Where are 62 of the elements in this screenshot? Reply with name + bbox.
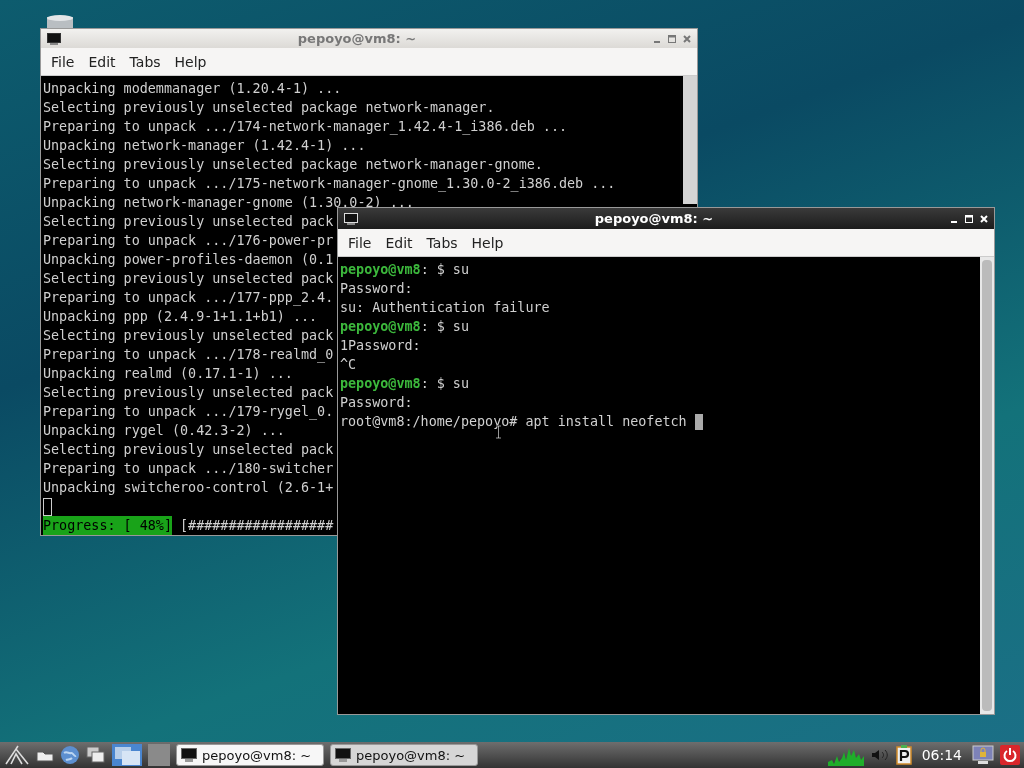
lock-screen-icon[interactable] <box>972 745 994 765</box>
terminal-line: Preparing to unpack .../175-network-manager-gnome_1.30.0-2_i386.deb ... <box>43 175 616 193</box>
terminal-line: Selecting previously unselected pack <box>43 213 334 231</box>
terminal-icon <box>335 748 351 762</box>
terminal-line: Password: <box>340 394 413 412</box>
terminal-line: Preparing to unpack .../178-realmd_0 <box>43 346 334 364</box>
terminal-line: Unpacking network-manager (1.42.4-1) ... <box>43 137 366 155</box>
terminal-line: Unpacking modemmanager (1.20.4-1) ... <box>43 80 342 98</box>
terminal-line: Password: <box>340 280 413 298</box>
terminal-line: Unpacking ppp (2.4.9-1+1.1+b1) ... <box>43 308 318 326</box>
task-button[interactable]: pepoyo@vm8: ~ <box>176 744 324 766</box>
terminal-line: 1Password: <box>340 337 421 355</box>
terminal-line: Unpacking rygel (0.42.3-2) ... <box>43 422 285 440</box>
terminal-line: Selecting previously unselected package network-manager. <box>43 99 495 117</box>
terminal-line: Selecting previously unselected pack <box>43 327 334 345</box>
progress-label: Progress: [ 48%] <box>43 516 172 535</box>
terminal-line: Unpacking switcheroo-control (2.6-1+ <box>43 479 334 497</box>
text-cursor <box>43 497 52 516</box>
volume-icon[interactable] <box>869 748 890 762</box>
menu-item[interactable]: File <box>341 234 379 251</box>
terminal-line: Unpacking power-profiles-daemon (0.1 <box>43 251 334 269</box>
terminal-line: su: Authentication failure <box>340 299 550 317</box>
desktop-pager-icon[interactable] <box>112 744 142 766</box>
menu-item[interactable]: Tabs <box>419 234 465 251</box>
globe-icon[interactable] <box>60 745 80 765</box>
terminal-line: Selecting previously unselected pack <box>43 270 334 288</box>
command-line: root@vm8:/home/pepoyo# apt install neofetch <box>340 413 687 431</box>
text-cursor <box>694 413 703 430</box>
menu-item[interactable]: Tabs <box>122 53 168 70</box>
menu-item[interactable]: Help <box>167 53 214 70</box>
terminal-line: Preparing to unpack .../176-power-pr <box>43 232 334 250</box>
menu-item[interactable]: Help <box>464 234 511 251</box>
scrollbar[interactable] <box>683 76 697 204</box>
progress-bar-text: [################## <box>179 517 334 535</box>
windows-icon[interactable] <box>86 746 106 764</box>
clock[interactable]: 06:14 <box>917 747 966 763</box>
menu-item[interactable]: Edit <box>81 53 123 70</box>
terminal-line: Preparing to unpack .../177-ppp_2.4. <box>43 289 334 307</box>
terminal-line: Preparing to unpack .../174-network-manager_1.42.4-1_i386.deb ... <box>43 118 568 136</box>
terminal-icon <box>181 748 197 762</box>
task-button[interactable]: pepoyo@vm8: ~ <box>330 744 478 766</box>
terminal-line: Unpacking network-manager-gnome (1.30.0-2) ... <box>43 194 414 212</box>
window-title: pepoyo@vm8: ~ <box>593 211 715 226</box>
terminal-line: Selecting previously unselected pack <box>43 441 334 459</box>
clipboard-icon[interactable] <box>895 745 912 765</box>
terminal-line: Selecting previously unselected package network-manager-gnome. <box>43 156 543 174</box>
start-menu-icon[interactable] <box>4 745 30 765</box>
terminal-icon <box>47 32 61 45</box>
terminal-line: Selecting previously unselected pack <box>43 384 334 402</box>
prompt-line: pepoyo@vm8: $ su <box>340 318 469 336</box>
terminal-line: Preparing to unpack .../180-switcher <box>43 460 334 478</box>
window-title: pepoyo@vm8: ~ <box>296 31 418 46</box>
terminal-line: ^C <box>340 356 357 374</box>
prompt-line: pepoyo@vm8: $ su <box>340 375 469 393</box>
power-icon[interactable] <box>1000 745 1020 765</box>
menu-item[interactable]: Edit <box>378 234 420 251</box>
terminal-line: Unpacking realmd (0.17.1-1) ... <box>43 365 293 383</box>
prompt-line: pepoyo@vm8: $ su <box>340 261 469 279</box>
scrollbar[interactable] <box>980 257 994 714</box>
terminal-line: Preparing to unpack .../179-rygel_0. <box>43 403 334 421</box>
terminal-icon <box>344 212 358 225</box>
menu-item[interactable]: File <box>44 53 82 70</box>
